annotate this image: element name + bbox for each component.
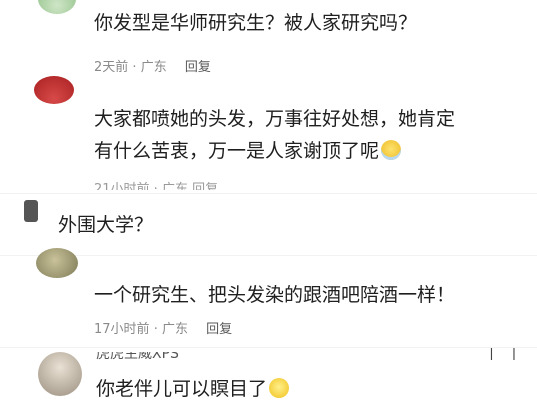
meta-separator: · — [153, 322, 158, 337]
comment-text-content: 你老伴儿可以瞑目了 — [96, 378, 268, 400]
comment-time: 2天前 — [94, 60, 129, 75]
comment-meta: 2天前 · 广东 回复 — [94, 56, 211, 75]
avatar[interactable] — [36, 248, 78, 278]
avatar[interactable] — [24, 200, 38, 222]
comment-location: 广东 — [161, 322, 188, 337]
comment-5: 虎虎生威XPS 丨 丨 你老伴儿可以瞑目了 — [0, 348, 537, 418]
comment-text-line-1: 大家都喷她的头发，万事往好处想，她肯定 — [94, 108, 456, 130]
comment-time: 17小时前 — [94, 322, 150, 337]
avatar[interactable] — [34, 76, 74, 104]
comment-1: 你发型是华师研究生？被人家研究吗？ 2天前 · 广东 回复 — [0, 0, 537, 80]
emoji-sweat-icon — [381, 140, 402, 160]
comment-text: 你老伴儿可以瞑目了 — [96, 374, 290, 404]
reply-button[interactable]: 回复 — [206, 322, 232, 337]
more-icon[interactable]: 丨 丨 — [485, 348, 523, 362]
comment-4: 一个研究生、把头发染的跟酒吧陪酒一样！ 17小时前 · 广东 回复 — [0, 248, 537, 348]
comment-text-line-2: 有什么苦衷，万一是人家谢顶了呢 — [94, 136, 402, 166]
comment-meta: 17小时前 · 广东 回复 — [94, 318, 232, 337]
comment-location: 广东 — [140, 60, 167, 75]
username[interactable]: 虎虎生威XPS — [96, 352, 179, 364]
comment-text: 外围大学？ — [58, 214, 154, 236]
comment-text: 一个研究生、把头发染的跟酒吧陪酒一样！ — [94, 284, 456, 306]
meta-separator: · — [132, 60, 137, 75]
avatar[interactable] — [38, 352, 82, 396]
comment-3: 外围大学？ — [0, 194, 537, 254]
comment-text: 你发型是华师研究生？被人家研究吗？ — [94, 12, 418, 34]
comment-text-line-2-text: 有什么苦衷，万一是人家谢顶了呢 — [94, 140, 380, 162]
emoji-smile-icon — [269, 378, 290, 398]
avatar[interactable] — [38, 0, 76, 14]
reply-button[interactable]: 回复 — [185, 60, 211, 75]
comment-meta-partial: 21小时前 · 广东 回复 — [94, 182, 219, 190]
comment-2: 大家都喷她的头发，万事往好处想，她肯定 有什么苦衷，万一是人家谢顶了呢 21小时… — [0, 76, 537, 194]
